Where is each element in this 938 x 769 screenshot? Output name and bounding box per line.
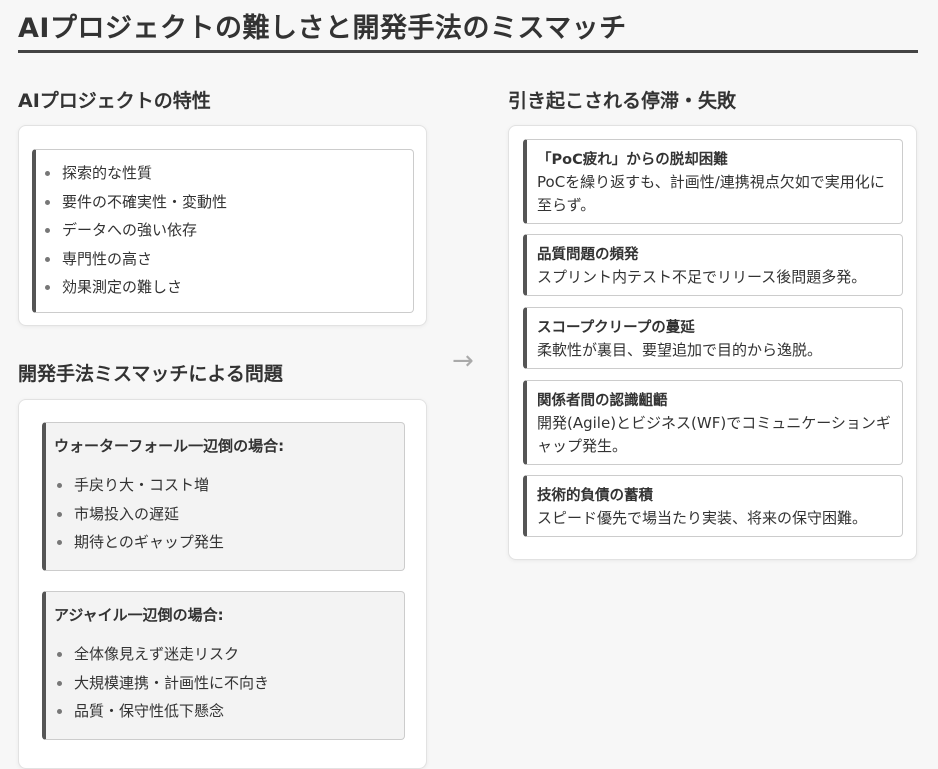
failure-card-description: スピード優先で場当たり実装、将来の保守困難。 [537, 509, 868, 527]
title-divider [18, 50, 918, 53]
agile-case-box: アジャイル一辺倒の場合: 全体像見えず迷走リスク 大規模連携・計画性に不向き 品… [42, 591, 405, 740]
agile-case-title: アジャイル一辺倒の場合: [54, 606, 224, 624]
mismatch-panel: ウォーターフォール一辺倒の場合: 手戻り大・コスト増 市場投入の遅延 期待とのギ… [18, 399, 427, 769]
failure-card-title: スコープクリープの蔓延 [537, 320, 695, 336]
characteristics-panel: 探索的な性質 要件の不確実性・変動性 データへの強い依存 専門性の高さ 効果測定… [18, 125, 427, 326]
failure-card-misalignment: 関係者間の認識齟齬 開発(Agile)とビジネス(WF)でコミュニケーションギャ… [523, 380, 903, 465]
failure-card-title: 品質問題の頻発 [537, 247, 639, 263]
flow-arrow-icon: → [452, 346, 474, 376]
list-item: データへの強い依存 [42, 216, 227, 245]
failure-card-description: 開発(Agile)とビジネス(WF)でコミュニケーションギャップ発生。 [537, 414, 891, 455]
waterfall-case-title: ウォーターフォール一辺倒の場合: [54, 437, 285, 455]
characteristics-heading: AIプロジェクトの特性 [18, 90, 211, 112]
list-item: 期待とのギャップ発生 [54, 528, 224, 557]
failure-card-title: 「PoC疲れ」からの脱却困難 [537, 152, 728, 168]
failure-card-tech-debt: 技術的負債の蓄積 スピード優先で場当たり実装、将来の保守困難。 [523, 475, 903, 537]
failure-card-title: 関係者間の認識齟齬 [537, 393, 668, 409]
failure-card-quality: 品質問題の頻発 スプリント内テスト不足でリリース後問題多発。 [523, 234, 903, 296]
list-item: 専門性の高さ [42, 245, 227, 274]
page-title: AIプロジェクトの難しさと開発手法のミスマッチ [18, 13, 627, 44]
list-item: 市場投入の遅延 [54, 500, 224, 529]
failure-card-description: PoCを繰り返すも、計画性/連携視点欠如で実用化に至らず。 [537, 173, 885, 214]
list-item: 品質・保守性低下懸念 [54, 697, 269, 726]
list-item: 全体像見えず迷走リスク [54, 640, 269, 669]
failures-heading: 引き起こされる停滞・失敗 [508, 90, 737, 112]
failures-panel: 「PoC疲れ」からの脱却困難 PoCを繰り返すも、計画性/連携視点欠如で実用化に… [508, 125, 917, 560]
list-item: 手戻り大・コスト増 [54, 471, 224, 500]
list-item: 要件の不確実性・変動性 [42, 188, 227, 217]
failure-card-title: 技術的負債の蓄積 [537, 488, 653, 504]
agile-issues-list: 全体像見えず迷走リスク 大規模連携・計画性に不向き 品質・保守性低下懸念 [54, 640, 269, 726]
list-item: 効果測定の難しさ [42, 273, 227, 302]
list-item: 大規模連携・計画性に不向き [54, 669, 269, 698]
failure-card-scope-creep: スコープクリープの蔓延 柔軟性が裏目、要望追加で目的から逸脱。 [523, 307, 903, 369]
mismatch-heading: 開発手法ミスマッチによる問題 [18, 363, 283, 385]
list-item: 探索的な性質 [42, 159, 227, 188]
failure-card-description: スプリント内テスト不足でリリース後問題多発。 [537, 268, 867, 286]
characteristics-list-box: 探索的な性質 要件の不確実性・変動性 データへの強い依存 専門性の高さ 効果測定… [32, 149, 414, 313]
failure-card-poc-fatigue: 「PoC疲れ」からの脱却困難 PoCを繰り返すも、計画性/連携視点欠如で実用化に… [523, 139, 903, 224]
characteristics-list: 探索的な性質 要件の不確実性・変動性 データへの強い依存 専門性の高さ 効果測定… [42, 159, 227, 302]
waterfall-case-box: ウォーターフォール一辺倒の場合: 手戻り大・コスト増 市場投入の遅延 期待とのギ… [42, 422, 405, 571]
failure-card-description: 柔軟性が裏目、要望追加で目的から逸脱。 [537, 341, 823, 359]
waterfall-issues-list: 手戻り大・コスト増 市場投入の遅延 期待とのギャップ発生 [54, 471, 224, 557]
